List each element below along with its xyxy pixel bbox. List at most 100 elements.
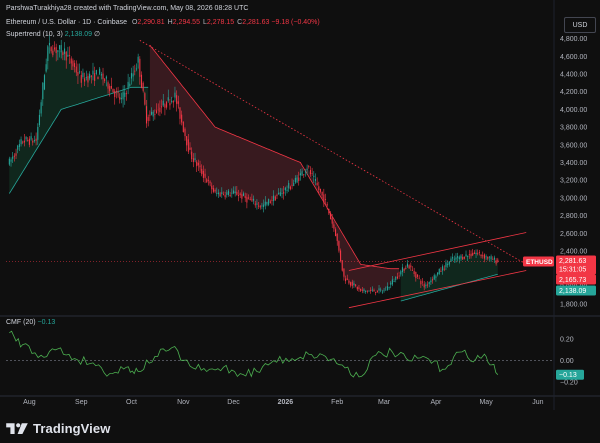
candle-body [167, 97, 169, 101]
currency-button[interactable]: USD [564, 17, 596, 33]
candle-body [256, 203, 258, 205]
candle-body [289, 186, 291, 190]
candle-body [371, 289, 373, 291]
candle-body [465, 254, 467, 256]
candle-body [157, 109, 159, 111]
candle-body [95, 70, 97, 75]
candle-body [224, 194, 226, 198]
candle-body [248, 197, 250, 199]
candle-body [306, 169, 308, 171]
candle-body [80, 75, 82, 83]
candle-body [416, 274, 419, 277]
candle-body [363, 289, 365, 292]
candle-body [263, 204, 265, 208]
candle-body [467, 255, 469, 257]
candle-body [97, 76, 99, 80]
candle-body [453, 258, 455, 260]
candle-body [345, 278, 347, 282]
candle-body [448, 261, 450, 265]
price-tick-label: 4,600.00 [560, 54, 587, 61]
candle-body [117, 92, 119, 94]
supertrend-legend[interactable]: Supertrend (10, 3) 2,138.09 ∅ [6, 31, 100, 38]
candle-body [333, 224, 335, 229]
created-by-caption: ParshwaTurakhiya28 created with TradingV… [6, 5, 249, 12]
candle-body [241, 194, 243, 199]
candle-body [216, 193, 218, 194]
candle-body [150, 111, 153, 115]
candle-body [403, 269, 405, 271]
candle-body [161, 106, 163, 108]
candle-body [94, 73, 96, 81]
candle-body [184, 128, 186, 137]
candle-body [472, 252, 474, 256]
candle-body [492, 258, 494, 260]
candle-body [13, 155, 15, 157]
candle-body [191, 151, 193, 160]
cmf-value-tag: −0.13 [559, 372, 577, 379]
candle-body [242, 193, 245, 196]
candle-body [236, 191, 238, 196]
candle-body [125, 93, 127, 95]
candle-body [246, 197, 248, 203]
candle-body [348, 280, 350, 284]
candle-body [328, 208, 330, 214]
candle-body [15, 153, 17, 156]
candle-body [227, 190, 230, 195]
candle-body [22, 141, 24, 143]
candle-body [251, 199, 253, 201]
candle-body [231, 192, 233, 194]
cmf-legend[interactable]: CMF (20) −0.13 [6, 319, 55, 326]
candle-body [447, 264, 449, 266]
candle-body [405, 268, 407, 269]
candle-body [23, 140, 25, 143]
candle-body [437, 272, 439, 275]
ohlc-value-c: 2,281.63 [242, 19, 270, 26]
candle-body [313, 175, 315, 178]
candle-body [400, 271, 402, 275]
candle-body [276, 195, 278, 197]
candle-body [376, 290, 378, 293]
candle-body [274, 196, 276, 201]
candle-body [114, 90, 116, 98]
candle-body [84, 78, 86, 82]
candle-body [105, 76, 107, 79]
candle-body [62, 52, 64, 55]
candle-body [30, 136, 32, 140]
candle-body [468, 254, 470, 256]
candle-body [122, 92, 124, 100]
candle-body [299, 173, 301, 176]
candle-body [423, 283, 425, 288]
candle-body [192, 158, 194, 163]
tradingview-brand[interactable]: TradingView [6, 418, 110, 438]
candle-body [104, 78, 106, 82]
candle-body [85, 77, 87, 78]
candle-body [415, 272, 417, 279]
candle-body [324, 198, 327, 200]
price-tick-label: 1,800.00 [560, 302, 587, 309]
candle-body [244, 196, 246, 198]
candle-body [63, 48, 66, 54]
candle-body [258, 205, 260, 207]
candle-body [137, 56, 139, 63]
ohlc-values: O2,290.81 H2,294.55 L2,278.15 C2,281.63 [129, 19, 269, 26]
candle-body [475, 252, 477, 255]
candle-body [406, 263, 409, 267]
candle-body [102, 73, 104, 80]
candle-body [442, 266, 444, 271]
candle-body [291, 184, 293, 187]
countdown-tag: 15:31:05 [559, 267, 586, 274]
candle-body [323, 194, 325, 204]
candle-body [211, 185, 213, 190]
hidden-state-icon[interactable]: ∅ [94, 31, 100, 38]
candle-body [17, 145, 19, 150]
time-tick-label: Jun [532, 399, 543, 406]
price-tick-label: 3,800.00 [560, 125, 587, 132]
time-tick-label: 2026 [278, 399, 294, 406]
candle-body [43, 75, 46, 90]
symbol-legend[interactable]: Ethereum / U.S. Dollar · 1D · Coinbase O… [6, 19, 320, 26]
candle-body [462, 257, 464, 260]
candle-body [58, 45, 61, 50]
candle-body [411, 269, 414, 271]
candle-body [445, 262, 447, 267]
candle-body [482, 255, 484, 257]
